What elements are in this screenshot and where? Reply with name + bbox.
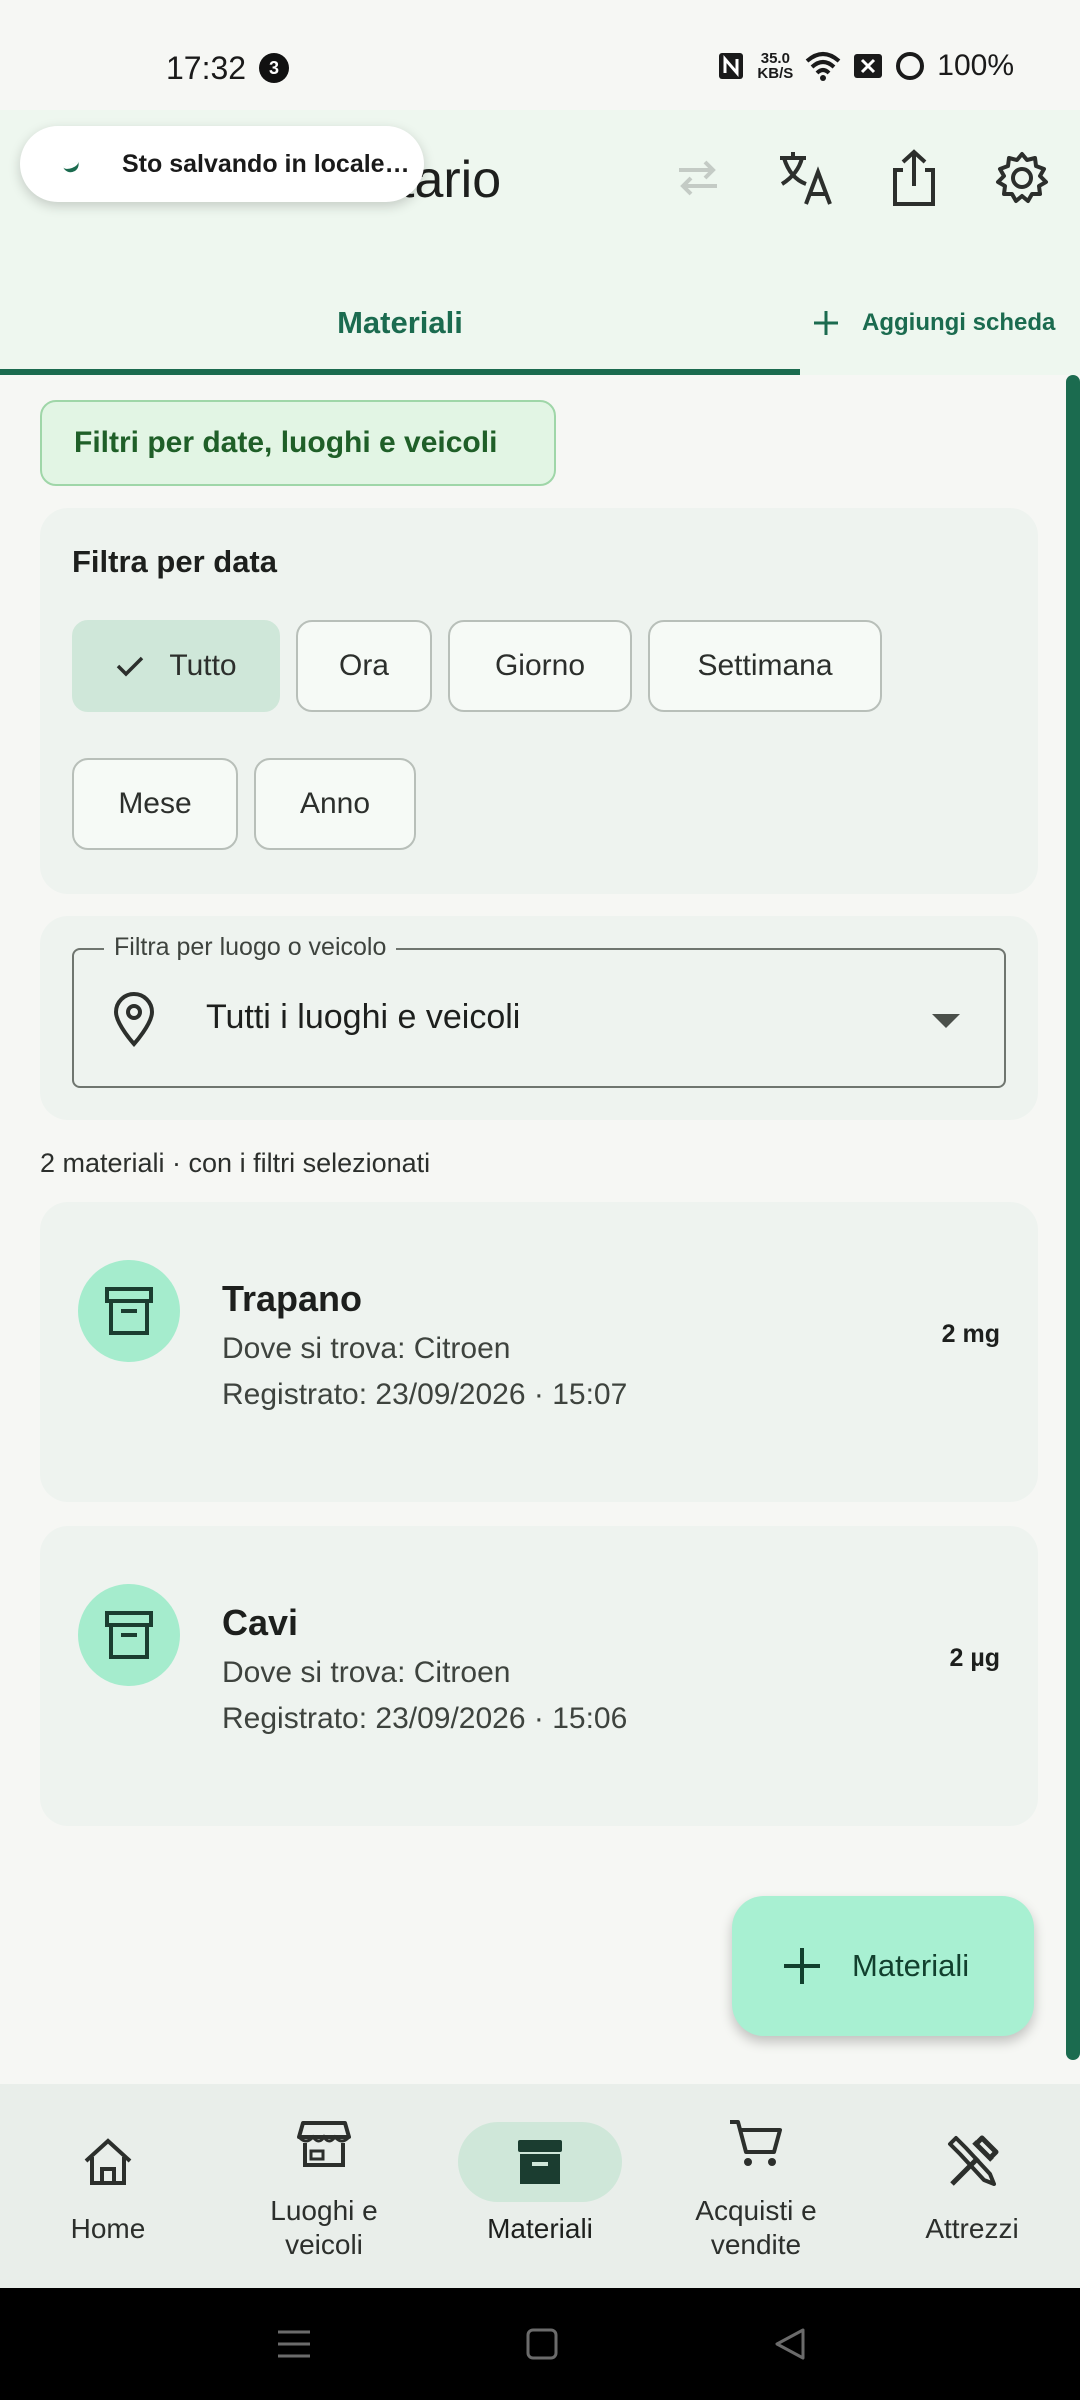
item-quantity: 2 µg: [949, 1644, 1000, 1672]
location-filter-card: Filtra per luogo o veicolo Tutti i luogh…: [40, 916, 1038, 1120]
settings-icon: [996, 152, 1048, 203]
plus-icon: [784, 1948, 820, 1984]
app-bar: tario Sto salvando in locale… Materiali …: [0, 110, 1080, 375]
item-registered: Registrato: 23/09/2026 · 15:07: [222, 1378, 628, 1411]
tab-bar: Materiali Aggiungi scheda: [0, 270, 1080, 375]
archive-icon: [518, 2140, 562, 2184]
add-tab-button[interactable]: Aggiungi scheda: [812, 270, 1055, 375]
share-icon: [893, 149, 935, 206]
chip-settimana[interactable]: Settimana: [648, 620, 882, 712]
tab-indicator: [0, 369, 800, 375]
chip-ora[interactable]: Ora: [296, 620, 432, 712]
chevron-down-icon: [932, 1014, 960, 1028]
location-dropdown-label: Filtra per luogo o veicolo: [104, 933, 397, 962]
recent-apps-button[interactable]: [268, 2318, 320, 2370]
item-avatar: [78, 1260, 180, 1362]
nfc-icon: [719, 53, 744, 79]
app-bar-actions: [662, 142, 1058, 214]
item-quantity: 2 mg: [941, 1320, 1000, 1348]
date-filter-card: Filtra per data Tutto Ora Giorno Settima…: [40, 508, 1038, 894]
nav-home[interactable]: Home: [0, 2084, 216, 2288]
list-item[interactable]: Cavi Dove si trova: Citroen Registrato: …: [40, 1526, 1038, 1826]
net-speed: 35.0 KB/S: [757, 50, 794, 82]
nav-materiali[interactable]: Materiali: [432, 2084, 648, 2288]
date-filter-title: Filtra per data: [72, 544, 277, 579]
home-icon: [84, 2138, 132, 2185]
nav-luoghi-veicoli[interactable]: Luoghi e veicoli: [216, 2084, 432, 2288]
swap-button[interactable]: [662, 142, 734, 214]
battery-percent: 100%: [937, 49, 1014, 82]
home-button[interactable]: [516, 2318, 568, 2370]
check-icon: [117, 656, 144, 677]
back-triangle-icon: [775, 2328, 805, 2360]
archive-icon: [105, 1287, 153, 1335]
nav-acquisti-vendite[interactable]: Acquisti e vendite: [648, 2084, 864, 2288]
item-avatar: [78, 1584, 180, 1686]
back-button[interactable]: [764, 2318, 816, 2370]
translate-icon: [780, 152, 832, 205]
item-location: Dove si trova: Citroen: [222, 1656, 511, 1689]
archive-icon: [105, 1611, 153, 1659]
tools-icon: [948, 2135, 999, 2186]
nav-attrezzi[interactable]: Attrezzi: [864, 2084, 1080, 2288]
chip-giorno[interactable]: Giorno: [448, 620, 632, 712]
location-dropdown-value: Tutti i luoghi e veicoli: [206, 998, 521, 1036]
add-material-fab[interactable]: Materiali: [732, 1896, 1034, 2036]
saving-spinner-icon: [63, 161, 81, 175]
settings-button[interactable]: [986, 142, 1058, 214]
filters-toggle-chip[interactable]: Filtri per date, luoghi e veicoli: [40, 400, 556, 486]
cart-icon: [730, 2120, 782, 2166]
battery-ring-icon: [896, 52, 925, 80]
plus-icon: [814, 310, 838, 335]
status-icons: 35.0 KB/S 100%: [717, 46, 1014, 86]
results-summary: 2 materiali · con i filtri selezionati: [40, 1148, 431, 1178]
share-button[interactable]: [878, 142, 950, 214]
item-location: Dove si trova: Citroen: [222, 1332, 511, 1365]
item-name: Trapano: [222, 1278, 363, 1319]
translate-button[interactable]: [770, 142, 842, 214]
system-navigation-bar: [0, 2288, 1080, 2400]
notification-count-badge: 3: [259, 53, 289, 83]
bottom-navigation: Home Luoghi e veicoli Materiali Acquisti…: [0, 2084, 1080, 2288]
chip-mese[interactable]: Mese: [72, 758, 238, 850]
square-icon: [526, 2328, 558, 2360]
no-sim-icon: [854, 54, 883, 78]
tab-materiali[interactable]: Materiali: [0, 270, 800, 375]
location-pin-icon: [113, 992, 155, 1047]
menu-icon: [278, 2330, 310, 2358]
status-time: 17:32: [166, 50, 247, 86]
item-name: Cavi: [222, 1602, 299, 1643]
wifi-icon: [805, 52, 841, 81]
store-icon: [297, 2121, 351, 2167]
chip-tutto[interactable]: Tutto: [72, 620, 280, 712]
location-dropdown[interactable]: Filtra per luogo o veicolo Tutti i luogh…: [72, 933, 1006, 1088]
saving-toast: Sto salvando in locale…: [20, 126, 424, 202]
swap-icon: [679, 160, 717, 196]
list-item[interactable]: Trapano Dove si trova: Citroen Registrat…: [40, 1202, 1038, 1502]
item-registered: Registrato: 23/09/2026 · 15:06: [222, 1702, 628, 1735]
chip-anno[interactable]: Anno: [254, 758, 416, 850]
scrollbar[interactable]: [1066, 375, 1080, 2060]
status-bar: 17:32 3 35.0 KB/S 100%: [0, 0, 1080, 110]
